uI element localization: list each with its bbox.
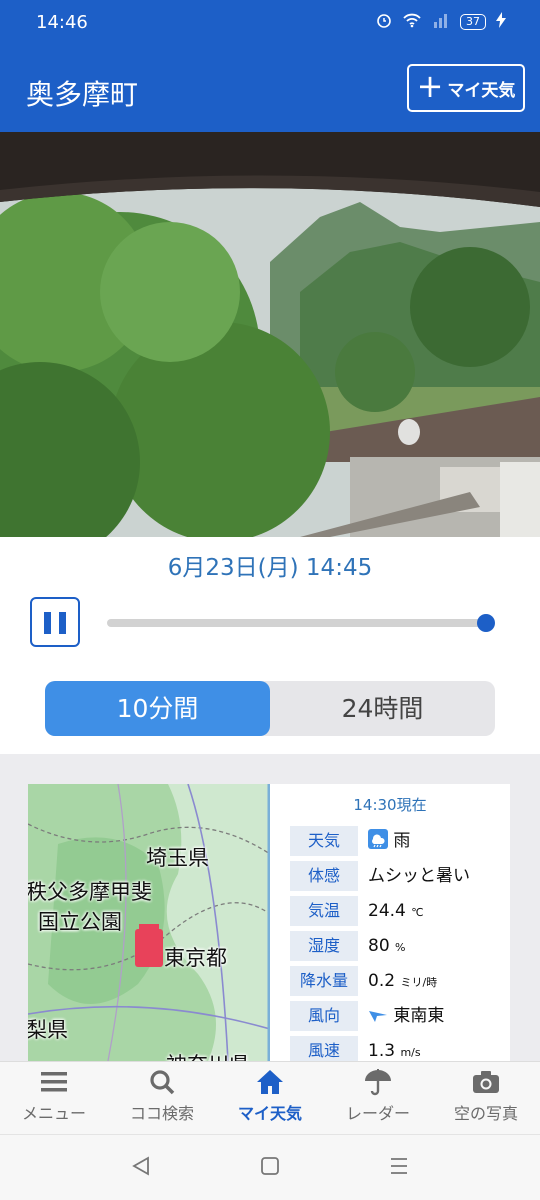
observation-table: 14:30現在 天気 雨 体感 ムシッと暑い 気温 24.4 ℃ 湿度 80 % — [270, 784, 510, 1061]
camera-timestamp: 6月23日(月) 14:45 — [167, 555, 373, 581]
nav-search[interactable]: ココ検索 — [108, 1068, 216, 1124]
nav-sky-photos[interactable]: 空の写真 — [432, 1068, 540, 1124]
nav-my-weather[interactable]: マイ天気 — [216, 1068, 324, 1124]
pause-button[interactable] — [30, 597, 80, 647]
search-icon — [150, 1070, 175, 1095]
umbrella-icon — [365, 1069, 391, 1096]
pause-icon — [44, 612, 51, 634]
location-map[interactable]: 埼玉県 秩父多摩甲斐 国立公園 東京都 梨県 神奈川県 — [28, 784, 270, 1061]
plus-icon: + — [416, 67, 444, 105]
temperature-unit: ℃ — [411, 906, 424, 919]
observation-time: 14:30現在 — [353, 796, 427, 814]
menu-icon — [41, 1072, 67, 1092]
live-camera-image — [0, 132, 540, 537]
map-location-marker — [135, 929, 163, 967]
rain-icon — [368, 829, 388, 849]
map-label-saitama: 埼玉県 — [146, 846, 209, 870]
feels-value: ムシッと暑い — [368, 866, 470, 886]
wind-speed-unit: m/s — [400, 1046, 421, 1059]
precipitation-value: 0.2 — [368, 971, 396, 991]
row-humidity: 湿度 80 % — [290, 931, 510, 961]
back-icon[interactable] — [130, 1155, 152, 1177]
nav-radar[interactable]: レーダー — [324, 1068, 432, 1124]
row-wind-direction: 風向 東南東 — [290, 1001, 510, 1031]
app-header: 奥多摩町 + マイ天気 — [0, 48, 540, 132]
row-label: 天気 — [290, 826, 358, 856]
row-temperature: 気温 24.4 ℃ — [290, 896, 510, 926]
weather-value: 雨 — [393, 831, 411, 851]
row-precipitation: 降水量 0.2 ミリ/時 — [290, 966, 510, 996]
wind-direction-value: 東南東 — [393, 1006, 445, 1026]
alarm-icon — [376, 12, 392, 32]
system-navigation-bar — [0, 1134, 540, 1200]
map-label-yamanashi: 梨県 — [28, 1018, 68, 1042]
location-title: 奥多摩町 — [26, 78, 139, 111]
add-my-weather-label: マイ天気 — [447, 80, 516, 101]
wifi-icon — [402, 12, 422, 32]
temperature-value: 24.4 — [368, 901, 406, 921]
wind-direction-icon — [369, 1011, 387, 1022]
nav-menu[interactable]: メニュー — [0, 1068, 108, 1124]
wind-speed-value: 1.3 — [368, 1041, 396, 1061]
map-label-park-2: 国立公園 — [38, 910, 122, 934]
bottom-navigation: メニュー ココ検索 マイ天気 レーダー 空の写真 — [0, 1061, 540, 1134]
row-wind-speed: 風速 1.3 m/s — [290, 1036, 510, 1061]
status-time: 14:46 — [36, 12, 88, 33]
battery-indicator: 37 — [460, 14, 486, 30]
recents-icon[interactable] — [388, 1155, 410, 1177]
observation-card: 埼玉県 秩父多摩甲斐 国立公園 東京都 梨県 神奈川県 14:30現在 天気 雨… — [28, 784, 510, 1061]
map-label-kanagawa: 神奈川県 — [166, 1049, 250, 1061]
status-bar: 14:46 37 — [0, 0, 540, 48]
add-my-weather-button[interactable]: + マイ天気 — [407, 64, 525, 112]
playback-slider-handle[interactable] — [477, 614, 495, 632]
camera-icon — [473, 1071, 499, 1093]
home-icon — [257, 1070, 283, 1094]
row-weather: 天気 雨 — [290, 826, 510, 856]
map-label-park: 秩父多摩甲斐 — [28, 880, 152, 904]
interval-toggle: 10分間 24時間 — [45, 681, 495, 736]
signal-icon — [432, 12, 450, 32]
humidity-unit: % — [395, 941, 406, 954]
playback-slider[interactable] — [107, 619, 487, 627]
row-feels: 体感 ムシッと暑い — [290, 861, 510, 891]
charging-icon — [496, 12, 506, 32]
precipitation-unit: ミリ/時 — [400, 976, 438, 989]
toggle-24h[interactable]: 24時間 — [270, 681, 495, 736]
toggle-10min[interactable]: 10分間 — [45, 681, 270, 736]
map-label-tokyo: 東京都 — [164, 946, 227, 970]
home-button-icon[interactable] — [259, 1155, 281, 1177]
observation-panel: 埼玉県 秩父多摩甲斐 国立公園 東京都 梨県 神奈川県 14:30現在 天気 雨… — [0, 754, 540, 1061]
humidity-value: 80 — [368, 936, 390, 956]
